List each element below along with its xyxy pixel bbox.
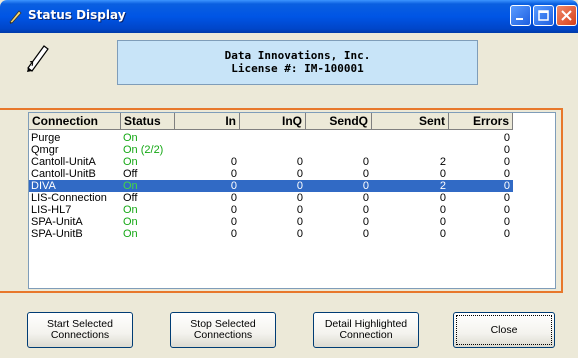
license-info-box: Data Innovations, Inc. License #: IM-100… bbox=[117, 40, 478, 85]
cell-sendq: 0 bbox=[362, 192, 369, 204]
license-number: License #: IM-100001 bbox=[231, 62, 364, 75]
table-row[interactable]: DIVA On 0 0 0 2 0 bbox=[29, 180, 513, 192]
cell-inq: 0 bbox=[296, 228, 303, 240]
close-icon bbox=[561, 10, 572, 21]
cell-in: 0 bbox=[230, 204, 237, 216]
cell-errors: 0 bbox=[503, 204, 510, 216]
cell-connection: Purge bbox=[31, 132, 61, 144]
cell-sent bbox=[372, 132, 446, 144]
cell-sent bbox=[372, 144, 446, 156]
cell-status: Off bbox=[123, 192, 138, 204]
detail-highlighted-connection-button[interactable]: Detail Highlighted Connection bbox=[313, 312, 419, 348]
cell-connection: LIS-HL7 bbox=[31, 204, 72, 216]
table-row[interactable]: LIS-Connection Off 0 0 0 0 0 bbox=[29, 192, 513, 204]
table-row[interactable]: Cantoll-UnitB Off 0 0 0 0 0 bbox=[29, 168, 513, 180]
cell-status: Off bbox=[123, 168, 138, 180]
cell-in: 0 bbox=[230, 180, 237, 192]
column-header-errors[interactable]: Errors bbox=[449, 113, 513, 130]
cell-inq bbox=[240, 144, 303, 156]
cell-sent: 0 bbox=[439, 204, 446, 216]
cell-inq: 0 bbox=[296, 180, 303, 192]
cell-sent: 0 bbox=[439, 192, 446, 204]
cell-status: On bbox=[123, 216, 138, 228]
cell-status: On bbox=[123, 180, 138, 192]
title-bar[interactable]: Status Display bbox=[0, 0, 578, 33]
cell-connection: Cantoll-UnitB bbox=[31, 168, 96, 180]
connections-list[interactable]: Connection Status In InQ SendQ Sent Erro… bbox=[28, 112, 556, 289]
cell-errors: 0 bbox=[503, 132, 510, 144]
cell-errors: 0 bbox=[503, 192, 510, 204]
cell-in: 0 bbox=[230, 216, 237, 228]
company-name: Data Innovations, Inc. bbox=[224, 49, 371, 62]
column-header-in[interactable]: In bbox=[175, 113, 240, 130]
cell-errors: 0 bbox=[503, 144, 510, 156]
table-row[interactable]: SPA-UnitA On 0 0 0 0 0 bbox=[29, 216, 513, 228]
cell-sendq: 0 bbox=[362, 180, 369, 192]
cell-in bbox=[175, 144, 237, 156]
cell-errors: 0 bbox=[503, 156, 510, 168]
start-selected-connections-button[interactable]: Start Selected Connections bbox=[27, 312, 133, 348]
cell-errors: 0 bbox=[503, 228, 510, 240]
cell-status: On bbox=[123, 228, 138, 240]
cell-in: 0 bbox=[230, 192, 237, 204]
cell-sent: 0 bbox=[439, 168, 446, 180]
cell-sent: 2 bbox=[439, 180, 446, 192]
cell-inq: 0 bbox=[296, 216, 303, 228]
cell-sendq: 0 bbox=[362, 228, 369, 240]
cell-inq: 0 bbox=[296, 204, 303, 216]
close-button[interactable]: Close bbox=[453, 312, 555, 348]
column-header-sendq[interactable]: SendQ bbox=[306, 113, 372, 130]
cell-connection: Qmgr bbox=[31, 144, 59, 156]
cell-connection: SPA-UnitB bbox=[31, 228, 83, 240]
column-header-inq[interactable]: InQ bbox=[240, 113, 306, 130]
cell-connection: Cantoll-UnitA bbox=[31, 156, 96, 168]
close-window-button[interactable] bbox=[556, 5, 577, 26]
cell-in: 0 bbox=[230, 228, 237, 240]
pen-icon bbox=[9, 10, 22, 24]
cell-sent: 2 bbox=[439, 156, 446, 168]
cell-in bbox=[175, 132, 237, 144]
stop-selected-connections-button[interactable]: Stop Selected Connections bbox=[170, 312, 276, 348]
cell-inq bbox=[240, 132, 303, 144]
cell-inq: 0 bbox=[296, 168, 303, 180]
cell-sendq: 0 bbox=[362, 216, 369, 228]
list-header: Connection Status In InQ SendQ Sent Erro… bbox=[29, 113, 513, 130]
cell-errors: 0 bbox=[503, 216, 510, 228]
maximize-icon bbox=[538, 10, 549, 21]
table-row[interactable]: SPA-UnitB On 0 0 0 0 0 bbox=[29, 228, 513, 240]
minimize-button[interactable] bbox=[510, 5, 531, 26]
cell-in: 0 bbox=[230, 156, 237, 168]
pen-logo-icon bbox=[27, 45, 49, 72]
cell-sent: 0 bbox=[439, 228, 446, 240]
minimize-icon bbox=[516, 18, 523, 20]
cell-sendq: 0 bbox=[362, 168, 369, 180]
table-row[interactable]: Cantoll-UnitA On 0 0 0 2 0 bbox=[29, 156, 513, 168]
cell-sendq bbox=[306, 144, 369, 156]
cell-sent: 0 bbox=[439, 216, 446, 228]
cell-sendq bbox=[306, 132, 369, 144]
cell-connection: LIS-Connection bbox=[31, 192, 107, 204]
cell-errors: 0 bbox=[503, 168, 510, 180]
status-display-window: Status Display Data Innovations, Inc. Li… bbox=[0, 0, 578, 358]
cell-status: On (2/2) bbox=[123, 144, 164, 156]
table-row[interactable]: LIS-HL7 On 0 0 0 0 0 bbox=[29, 204, 513, 216]
cell-inq: 0 bbox=[296, 192, 303, 204]
cell-connection: SPA-UnitA bbox=[31, 216, 83, 228]
cell-inq: 0 bbox=[296, 156, 303, 168]
cell-errors: 0 bbox=[503, 180, 510, 192]
cell-sendq: 0 bbox=[362, 156, 369, 168]
cell-status: On bbox=[123, 132, 138, 144]
cell-connection: DIVA bbox=[31, 180, 56, 192]
column-header-status[interactable]: Status bbox=[121, 113, 175, 130]
maximize-button[interactable] bbox=[533, 5, 554, 26]
cell-sendq: 0 bbox=[362, 204, 369, 216]
table-row[interactable]: Purge On 0 bbox=[29, 132, 513, 144]
column-header-connection[interactable]: Connection bbox=[29, 113, 121, 130]
cell-status: On bbox=[123, 204, 138, 216]
window-title: Status Display bbox=[28, 8, 126, 22]
cell-status: On bbox=[123, 156, 138, 168]
table-row[interactable]: Qmgr On (2/2) 0 bbox=[29, 144, 513, 156]
cell-in: 0 bbox=[230, 168, 237, 180]
column-header-sent[interactable]: Sent bbox=[372, 113, 449, 130]
